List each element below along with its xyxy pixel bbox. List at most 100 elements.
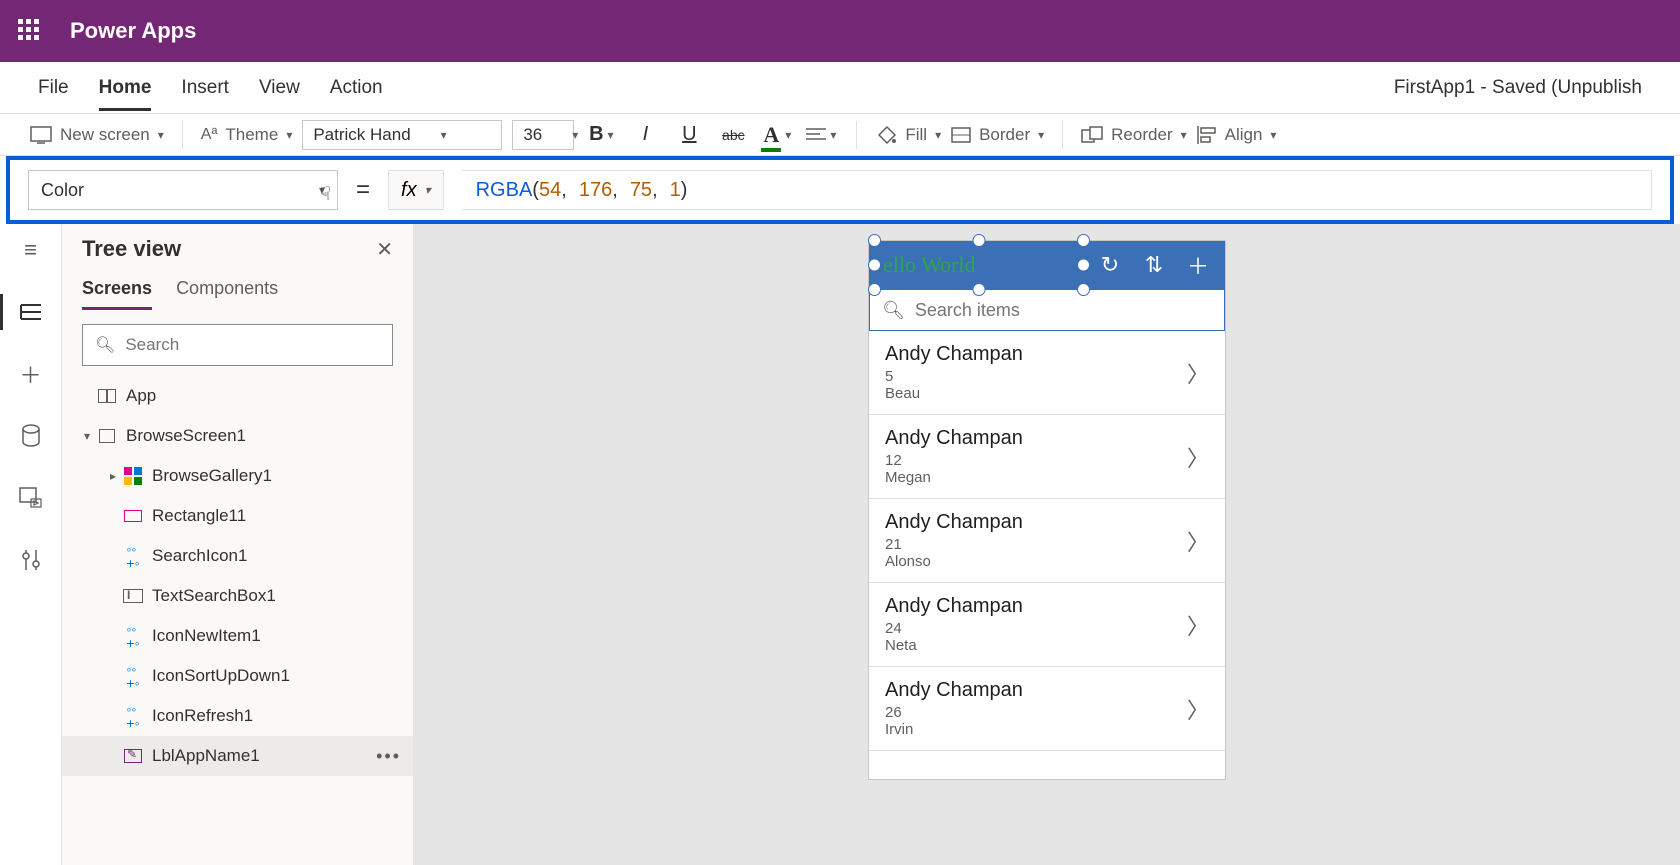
menu-insert[interactable]: Insert	[181, 65, 229, 111]
formula-input[interactable]: RGBA(54, 176, 75, 1)	[462, 170, 1652, 210]
chevron-right-icon[interactable]: 〉	[1187, 441, 1209, 473]
resize-handle[interactable]	[868, 234, 881, 247]
chevron-right-icon[interactable]: 〉	[1187, 357, 1209, 389]
media-icon[interactable]	[17, 484, 45, 512]
resize-handle[interactable]	[973, 283, 986, 296]
list-item[interactable]: Andy Champan5Beau〉	[869, 331, 1225, 415]
reorder-button[interactable]: Reorder ▾	[1081, 125, 1186, 145]
sort-icon[interactable]: ⇅	[1141, 252, 1167, 278]
resize-handle[interactable]	[973, 234, 986, 247]
tree-node[interactable]: ◦◦+◦IconRefresh1	[62, 696, 413, 736]
tree-node[interactable]: ◦◦+◦IconSortUpDown1	[62, 656, 413, 696]
strike-button[interactable]: abc	[716, 120, 750, 150]
chevron-right-icon[interactable]: 〉	[1187, 609, 1209, 641]
fill-button[interactable]: Fill ▾	[875, 125, 941, 145]
equals-sign: =	[356, 176, 370, 204]
property-name: Color	[41, 180, 84, 201]
fx-button[interactable]: fx ▾	[388, 170, 444, 210]
tree-node[interactable]: ◦◦+◦IconNewItem1	[62, 616, 413, 656]
screen-icon	[30, 126, 52, 144]
font-color-button[interactable]: A▾	[760, 120, 794, 150]
italic-button[interactable]: I	[628, 120, 662, 150]
gallery-list: Andy Champan5Beau〉Andy Champan12Megan〉An…	[869, 331, 1225, 751]
text-align-icon	[806, 127, 826, 143]
new-screen-button[interactable]: New screen ▾	[30, 125, 164, 145]
tree-node-label: BrowseGallery1	[152, 466, 272, 486]
tree-node-label: TextSearchBox1	[152, 586, 276, 606]
resize-handle[interactable]	[868, 283, 881, 296]
new-screen-label: New screen	[60, 125, 150, 145]
formula-token-comma: ,	[652, 179, 658, 202]
menu-action[interactable]: Action	[330, 65, 383, 111]
reorder-label: Reorder	[1111, 125, 1172, 145]
advanced-tools-icon[interactable]	[17, 546, 45, 574]
canvas[interactable]: ello World ↻ ⇅ ＋ 🔍︎ Andy Champan5Beau〉An…	[414, 224, 1680, 865]
menu-file[interactable]: File	[38, 65, 69, 111]
chevron-down-icon: ▾	[935, 128, 941, 142]
formula-token-num: 1	[670, 179, 681, 202]
list-item[interactable]: Andy Champan26Irvin〉	[869, 667, 1225, 751]
font-select[interactable]: Patrick Hand ▾	[302, 120, 502, 150]
chevron-down-icon: ▾	[572, 128, 578, 142]
chevron-down-icon: ▾	[425, 183, 431, 197]
font-name: Patrick Hand	[313, 125, 410, 145]
tree-search[interactable]: 🔍︎	[82, 324, 393, 366]
phone-search-input[interactable]	[915, 300, 1212, 321]
tree-node[interactable]: ▸ BrowseGallery1	[62, 456, 413, 496]
add-icon[interactable]: ＋	[1185, 249, 1211, 281]
font-size-select[interactable]: 36 ▾	[512, 120, 574, 150]
align-button[interactable]: Align ▾	[1197, 125, 1277, 145]
align-icon	[1197, 126, 1217, 144]
tab-components[interactable]: Components	[176, 278, 278, 310]
tree-node[interactable]: TextSearchBox1	[62, 576, 413, 616]
list-item-title: Andy Champan	[885, 427, 1187, 450]
bold-button[interactable]: B▾	[584, 120, 618, 150]
tree-node[interactable]: ◦◦+◦SearchIcon1	[62, 536, 413, 576]
resize-handle[interactable]	[1077, 283, 1090, 296]
text-align-button[interactable]: ▾	[804, 120, 838, 150]
theme-icon: Aª	[201, 126, 218, 144]
close-icon[interactable]: ✕	[376, 237, 393, 262]
tree-node[interactable]: ▾BrowseScreen1	[62, 416, 413, 456]
underline-button[interactable]: U	[672, 120, 706, 150]
menu-view[interactable]: View	[259, 65, 300, 111]
tree-search-input[interactable]	[125, 335, 380, 355]
app-launcher-icon[interactable]	[18, 19, 42, 43]
resize-handle[interactable]	[1077, 259, 1090, 272]
more-icon[interactable]: •••	[376, 746, 401, 767]
data-icon[interactable]	[17, 422, 45, 450]
chevron-right-icon[interactable]: 〉	[1187, 693, 1209, 725]
refresh-icon[interactable]: ↻	[1097, 252, 1123, 278]
list-item-number: 21	[885, 536, 1187, 553]
menu-home[interactable]: Home	[99, 65, 152, 111]
phone-preview: ello World ↻ ⇅ ＋ 🔍︎ Andy Champan5Beau〉An…	[868, 240, 1226, 780]
chevron-down-icon: ▾	[830, 128, 836, 142]
tree-node-label: SearchIcon1	[152, 546, 247, 566]
list-item[interactable]: Andy Champan12Megan〉	[869, 415, 1225, 499]
hamburger-icon[interactable]: ≡	[17, 236, 45, 264]
phone-search[interactable]: 🔍︎	[869, 289, 1225, 331]
list-item[interactable]: Andy Champan24Neta〉	[869, 583, 1225, 667]
chevron-right-icon[interactable]: 〉	[1187, 525, 1209, 557]
formula-token-paren: )	[681, 179, 688, 202]
list-item[interactable]: Andy Champan21Alonso〉	[869, 499, 1225, 583]
ribbon: New screen ▾ Aª Theme ▾ Patrick Hand ▾ 3…	[0, 114, 1680, 156]
resize-handle[interactable]	[868, 259, 881, 272]
chevron-down-icon: ▾	[1270, 128, 1276, 142]
tree-node[interactable]: App	[62, 376, 413, 416]
tree-panel: Tree view ✕ Screens Components 🔍︎ App▾Br…	[62, 224, 414, 865]
tab-screens[interactable]: Screens	[82, 278, 152, 310]
expand-toggle[interactable]: ▾	[78, 429, 96, 443]
expand-toggle[interactable]: ▸	[104, 469, 122, 483]
insert-icon[interactable]: ＋	[17, 360, 45, 388]
border-button[interactable]: Border ▾	[951, 125, 1044, 145]
tree-view-icon[interactable]	[17, 298, 45, 326]
list-item-subtitle: Irvin	[885, 721, 1187, 738]
property-select[interactable]: Color ▾ ☟	[28, 170, 338, 210]
resize-handle[interactable]	[1077, 234, 1090, 247]
theme-button[interactable]: Aª Theme ▾	[201, 125, 293, 145]
save-status: FirstApp1 - Saved (Unpublish	[1394, 77, 1642, 99]
list-item-title: Andy Champan	[885, 511, 1187, 534]
tree-node[interactable]: Rectangle11	[62, 496, 413, 536]
tree-node[interactable]: LblAppName1•••	[62, 736, 413, 776]
